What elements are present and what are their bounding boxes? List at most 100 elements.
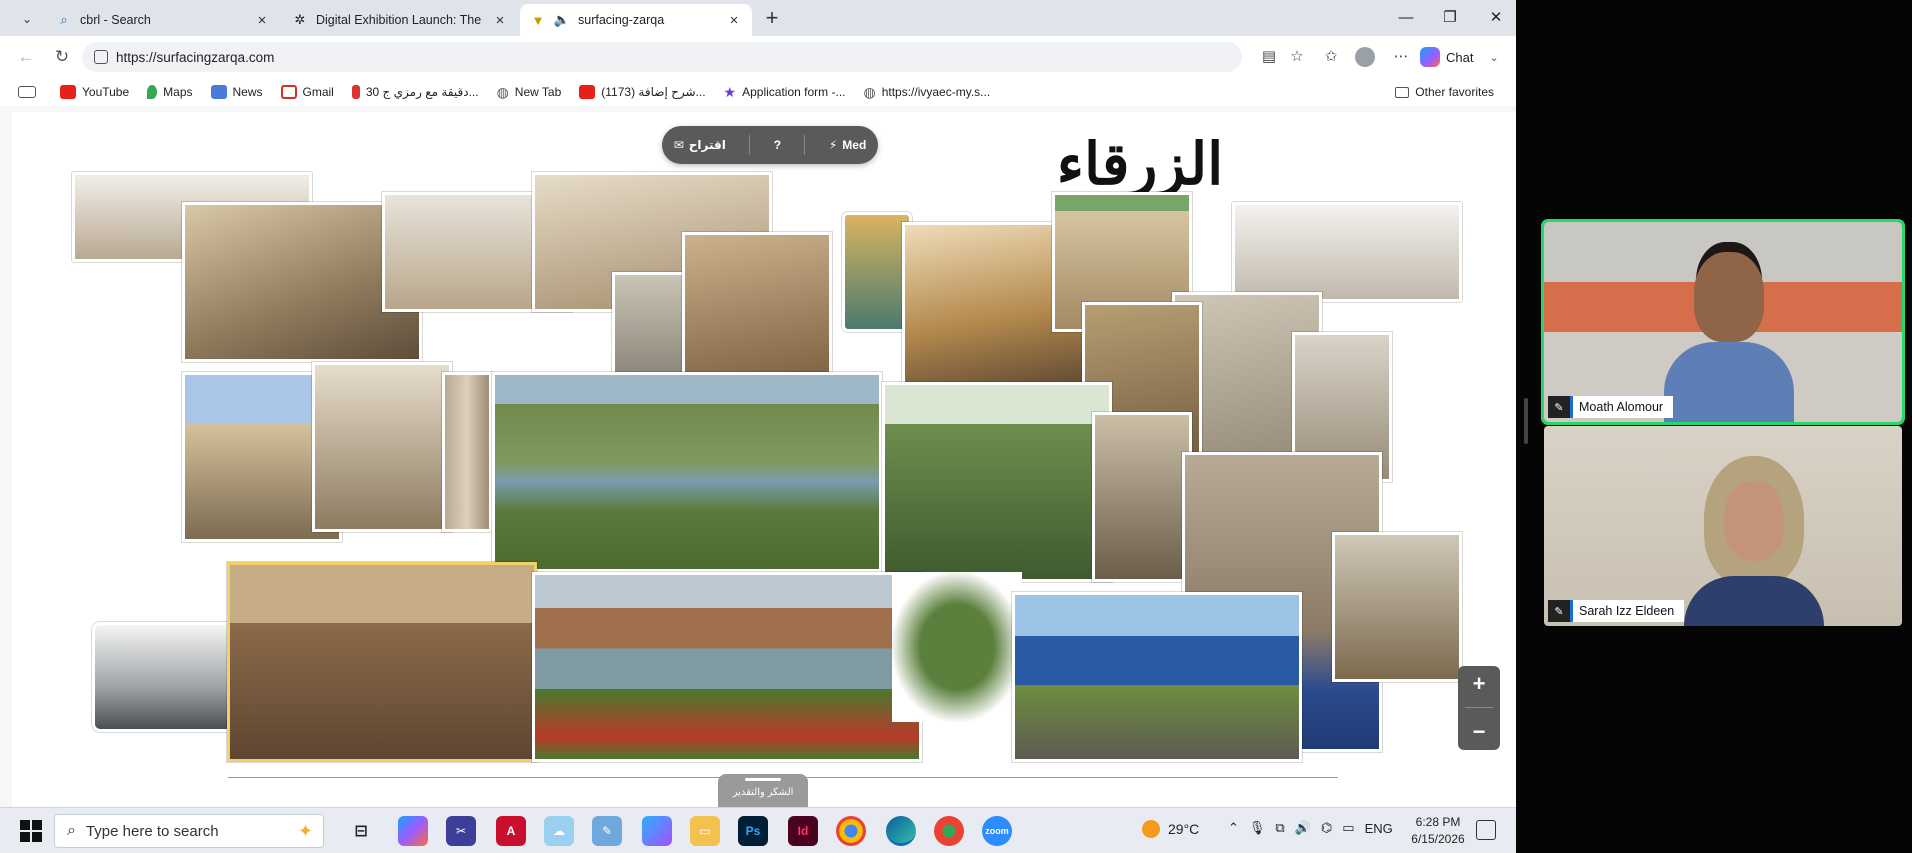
copilot-pc-icon[interactable] <box>642 816 672 846</box>
participant-top <box>1684 576 1824 626</box>
copilot-app-icon[interactable] <box>398 816 428 846</box>
favorite-star-icon[interactable]: ☆ <box>1286 46 1308 68</box>
favorite-maps[interactable]: Maps <box>139 80 200 104</box>
youtube-icon <box>579 85 596 99</box>
battery-icon[interactable]: ▭ <box>1342 820 1354 836</box>
search-icon: ⌕ <box>67 822 76 839</box>
start-button[interactable] <box>20 820 42 842</box>
star-icon: ★ <box>723 83 737 100</box>
chevron-up-icon[interactable]: ⌃ <box>1228 820 1239 836</box>
tab-actions-menu[interactable]: ⌄ <box>12 8 42 30</box>
suggest-label: اقتراح <box>688 138 726 152</box>
close-window-button[interactable]: ✕ <box>1476 6 1516 30</box>
zoom-out-button[interactable]: − <box>1473 719 1486 745</box>
weather-widget[interactable]: 29°C <box>1142 820 1199 838</box>
favorites-icon[interactable]: ✩ <box>1320 46 1342 68</box>
volume-icon[interactable]: 🔊 <box>1295 820 1311 836</box>
refresh-button[interactable]: ↻ <box>50 45 74 69</box>
chrome-icon[interactable] <box>836 816 866 846</box>
collage-flower-shop <box>1012 592 1302 762</box>
acrobat-icon[interactable]: A <box>496 816 526 846</box>
favorites-bar: YouTube Maps News Gmail 30 دقيقة مع رمزي… <box>0 78 1516 106</box>
tab-digital-exhibition[interactable]: ✲ Digital Exhibition Launch: The Surfi × <box>282 4 518 36</box>
tab-surfacing-zarqa[interactable]: ▼ 🔈 surfacing-zarqa × <box>520 4 752 36</box>
favorite-ivyaec[interactable]: ◍ https://ivyaec-my.s... <box>855 80 998 104</box>
chrome-profile-icon[interactable] <box>934 816 964 846</box>
favorite-ramzi[interactable]: 30 دقيقة مع رمزي ج... <box>344 80 487 104</box>
other-favorites[interactable]: Other favorites <box>1395 80 1494 104</box>
chat-button[interactable]: Chat ⌄ <box>1420 44 1499 70</box>
favorites-toggle-icon[interactable] <box>18 86 36 98</box>
file-explorer-icon[interactable]: ▭ <box>690 816 720 846</box>
participant-face <box>1724 481 1784 561</box>
video-tile-moath[interactable]: ✎ Moath Alomour <box>1541 219 1905 425</box>
taskbar-search-box[interactable]: ⌕ Type here to search ✦ <box>54 814 324 848</box>
keyboard-language[interactable]: ENG <box>1365 821 1393 836</box>
new-tab-button[interactable]: + <box>760 7 784 31</box>
sun-icon <box>1142 820 1160 838</box>
address-bar[interactable]: https://surfacingzarqa.com <box>82 42 1242 72</box>
gear-icon: ✲ <box>294 12 306 27</box>
system-tray: ⌃ 🎙 ⧉ 🔊 ⌬ ▭ ENG <box>1228 820 1393 836</box>
maps-icon <box>147 85 158 99</box>
tab-title: surfacing-zarqa <box>578 13 665 27</box>
panel-resize-handle[interactable] <box>1524 398 1528 444</box>
favorite-new-tab[interactable]: ◍ New Tab <box>489 80 570 104</box>
favorite-label: https://ivyaec-my.s... <box>881 85 991 99</box>
indesign-icon[interactable]: Id <box>788 816 818 846</box>
video-tile-sarah[interactable]: ✎ Sarah Izz Eldeen <box>1544 426 1902 626</box>
task-view-icon[interactable]: ⊟ <box>346 816 376 846</box>
chevron-down-icon: ⌄ <box>1489 51 1499 64</box>
mode-label: Med <box>842 138 867 152</box>
favorite-label: Gmail <box>302 85 334 99</box>
taskbar-clock[interactable]: 6:28 PM 6/15/2026 <box>1410 814 1466 848</box>
minimize-button[interactable]: — <box>1386 6 1426 30</box>
restore-button[interactable]: ❐ <box>1430 6 1470 30</box>
close-icon[interactable]: × <box>254 12 270 29</box>
acknowledgements-tab[interactable]: الشكر والتقدير <box>718 774 808 807</box>
participant-head <box>1694 252 1764 342</box>
more-menu-icon[interactable]: ⋯ <box>1390 46 1412 68</box>
network-icon[interactable]: ⌬ <box>1321 820 1332 836</box>
favorite-gmail[interactable]: Gmail <box>273 80 342 104</box>
photoshop-icon[interactable]: Ps <box>738 816 768 846</box>
temperature: 29°C <box>1168 821 1200 837</box>
search-icon: ⌕ <box>60 12 68 27</box>
participant-video-moath <box>1664 252 1794 422</box>
tab-cbrl-search[interactable]: ⌕ cbrl - Search × <box>46 4 280 36</box>
zoom-app-icon[interactable]: zoom <box>982 816 1012 846</box>
favorite-youtube[interactable]: YouTube <box>52 80 137 104</box>
mode-button[interactable]: ⚡ Med <box>829 138 866 152</box>
zoom-in-button[interactable]: + <box>1473 671 1486 697</box>
favorite-label: (1173) شرح إضافة... <box>601 85 706 99</box>
reader-view-icon[interactable]: ▤ <box>1258 46 1280 68</box>
snipping-tool-icon[interactable]: ✂ <box>446 816 476 846</box>
youtube-icon <box>60 85 76 99</box>
speaker-icon[interactable]: 🔈 <box>554 12 570 28</box>
close-icon[interactable]: × <box>492 12 508 29</box>
favorite-label: New Tab <box>514 85 562 99</box>
drawer-grip-handle[interactable] <box>745 778 781 781</box>
suggest-button[interactable]: ✉ اقتراح <box>674 138 726 152</box>
favorite-youtube-2[interactable]: (1173) شرح إضافة... <box>571 80 713 104</box>
notification-icon[interactable] <box>1476 820 1496 840</box>
help-button[interactable]: ? <box>774 138 781 152</box>
muted-mic-icon: ✎ <box>1548 396 1570 418</box>
microphone-icon[interactable]: 🎙 <box>1249 820 1266 836</box>
tab-strip: ⌄ ⌕ cbrl - Search × ✲ Digital Exhibition… <box>0 0 1516 36</box>
zarqa-collage-map[interactable] <box>62 172 1482 762</box>
divider <box>804 135 806 155</box>
favorite-news[interactable]: News <box>203 80 271 104</box>
web-content: ✉ اقتراح ? ⚡ Med الزرقاء + − الشكر والتق… <box>12 112 1516 807</box>
windows-taskbar: ⌕ Type here to search ✦ ⊟ ✂ A ☁ ✎ ▭ Ps I… <box>0 807 1516 853</box>
favorite-application-form[interactable]: ★ Application form -... <box>716 80 854 104</box>
onedrive-icon[interactable]: ☁ <box>544 816 574 846</box>
chat-label: Chat <box>1446 49 1474 65</box>
close-icon[interactable]: × <box>726 12 742 29</box>
edge-icon[interactable] <box>886 816 916 846</box>
profile-avatar[interactable] <box>1354 46 1376 68</box>
favorite-label: News <box>232 85 263 99</box>
back-button[interactable]: ← <box>14 45 38 69</box>
notepad-icon[interactable]: ✎ <box>592 816 622 846</box>
camera-icon[interactable]: ⧉ <box>1275 820 1284 836</box>
